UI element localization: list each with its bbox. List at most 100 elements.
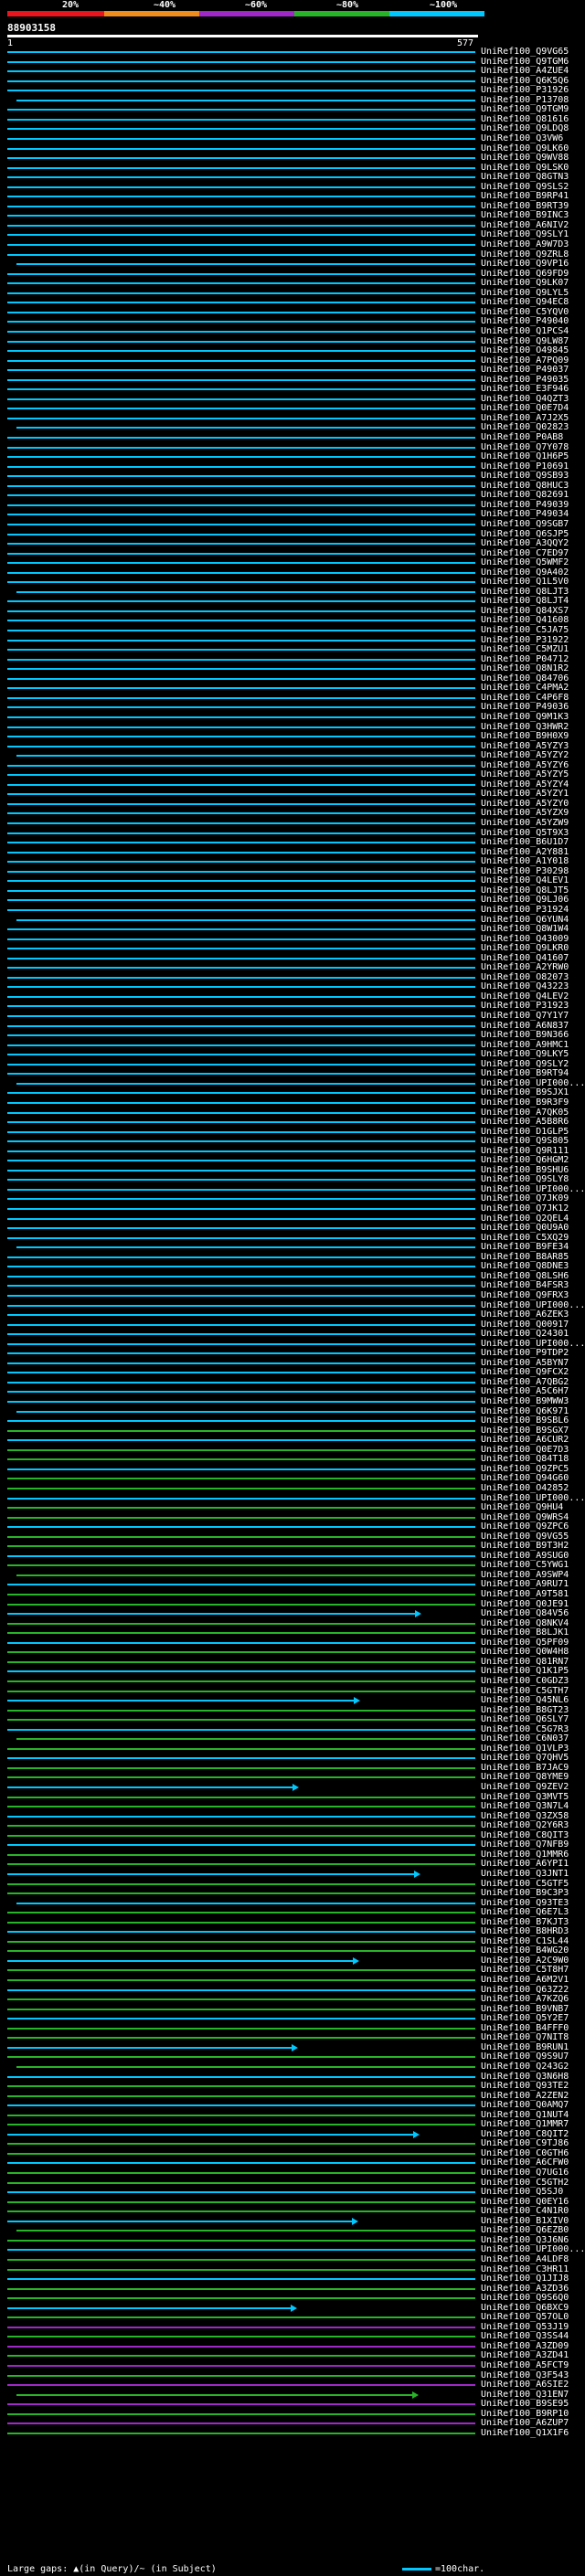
hit-label[interactable]: UniRef100_A5B8R6 xyxy=(481,1118,569,1127)
hit-label[interactable]: UniRef100_Q5PF09 xyxy=(481,1638,569,1648)
hit-label[interactable]: UniRef100_Q9M1K3 xyxy=(481,712,569,722)
hit-bar[interactable] xyxy=(7,1198,475,1201)
hit-bar[interactable] xyxy=(7,2133,413,2136)
hit-bar[interactable] xyxy=(16,755,475,758)
hit-bar[interactable] xyxy=(7,802,475,805)
hit-label[interactable]: UniRef100_Q43009 xyxy=(481,934,569,944)
hit-bar[interactable] xyxy=(7,976,475,979)
hit-label[interactable]: UniRef100_A6NIV2 xyxy=(481,220,569,230)
hit-bar[interactable] xyxy=(7,764,475,767)
hit-label[interactable]: UniRef100_Q7UG16 xyxy=(481,2168,569,2178)
hit-bar[interactable] xyxy=(7,1613,415,1616)
hit-label[interactable]: UniRef100_E3F946 xyxy=(481,385,569,394)
hit-bar[interactable] xyxy=(7,1632,475,1635)
hit-bar[interactable] xyxy=(7,1660,475,1663)
hit-bar[interactable] xyxy=(7,2143,475,2146)
hit-label[interactable]: UniRef100_B9SJX1 xyxy=(481,1088,569,1097)
hit-bar[interactable] xyxy=(7,2412,475,2415)
hit-label[interactable]: UniRef100_C5MZU1 xyxy=(481,645,569,654)
hit-bar[interactable] xyxy=(7,1516,475,1519)
hit-label[interactable]: UniRef100_Q43223 xyxy=(481,982,569,991)
hit-bar[interactable] xyxy=(7,995,475,998)
hit-label[interactable]: UniRef100_Q9SB93 xyxy=(481,472,569,481)
hit-bar[interactable] xyxy=(7,2220,352,2222)
hit-bar[interactable] xyxy=(7,2326,475,2328)
hit-bar[interactable] xyxy=(7,1294,475,1297)
hit-bar[interactable] xyxy=(7,417,475,419)
hit-label[interactable]: UniRef100_Q6E7L3 xyxy=(481,1908,569,1917)
hit-label[interactable]: UniRef100_Q9LSK0 xyxy=(481,163,569,173)
hit-label[interactable]: UniRef100_A5YZY0 xyxy=(481,799,569,809)
hit-bar[interactable] xyxy=(16,1082,475,1085)
hit-bar[interactable] xyxy=(7,1690,475,1692)
hit-bar[interactable] xyxy=(7,302,475,304)
hit-label[interactable]: UniRef100_UPI000... xyxy=(481,1493,585,1503)
hit-bar[interactable] xyxy=(7,658,475,661)
hit-label[interactable]: UniRef100_Q9HU4 xyxy=(481,1503,563,1512)
hit-label[interactable]: UniRef100_B4WG20 xyxy=(481,1946,569,1956)
hit-bar[interactable] xyxy=(7,2085,475,2088)
hit-bar[interactable] xyxy=(7,1227,475,1230)
hit-label[interactable]: UniRef100_B8GT23 xyxy=(481,1705,569,1715)
hit-label[interactable]: UniRef100_A5C6H7 xyxy=(481,1387,569,1396)
hit-bar[interactable] xyxy=(7,2249,475,2252)
hit-bar[interactable] xyxy=(7,494,475,497)
hit-label[interactable]: UniRef100_O82073 xyxy=(481,972,569,982)
hit-label[interactable]: UniRef100_UPI000... xyxy=(481,1184,585,1194)
hit-label[interactable]: UniRef100_Q4QZT3 xyxy=(481,394,569,404)
hit-bar[interactable] xyxy=(7,2287,475,2290)
hit-label[interactable]: UniRef100_B9RT39 xyxy=(481,201,569,211)
hit-bar[interactable] xyxy=(16,1902,475,1904)
hit-label[interactable]: UniRef100_B9T3H2 xyxy=(481,1542,569,1551)
hit-label[interactable]: UniRef100_P49034 xyxy=(481,510,569,519)
hit-label[interactable]: UniRef100_B9C3P3 xyxy=(481,1889,569,1898)
hit-label[interactable]: UniRef100_UPI000... xyxy=(481,2245,585,2254)
hit-bar[interactable] xyxy=(7,1130,475,1133)
hit-bar[interactable] xyxy=(7,543,475,546)
hit-bar[interactable] xyxy=(7,2046,292,2049)
hit-label[interactable]: UniRef100_A7QBG2 xyxy=(481,1377,569,1387)
hit-label[interactable]: UniRef100_Q9WV88 xyxy=(481,154,569,163)
hit-label[interactable]: UniRef100_Q9LDQ8 xyxy=(481,124,569,133)
hit-bar[interactable] xyxy=(7,2094,475,2097)
hit-bar[interactable] xyxy=(7,1622,475,1625)
hit-bar[interactable] xyxy=(7,1921,475,1924)
hit-bar[interactable] xyxy=(7,90,475,92)
hit-bar[interactable] xyxy=(16,918,475,921)
hit-bar[interactable] xyxy=(7,1651,475,1654)
hit-bar[interactable] xyxy=(7,948,475,950)
hit-label[interactable]: UniRef100_Q31EN7 xyxy=(481,2390,569,2400)
hit-label[interactable]: UniRef100_B1XIV0 xyxy=(481,2216,569,2226)
hit-bar[interactable] xyxy=(7,205,475,207)
hit-bar[interactable] xyxy=(7,504,475,506)
hit-label[interactable]: UniRef100_Q1X1F6 xyxy=(481,2428,569,2438)
hit-bar[interactable] xyxy=(16,1246,475,1249)
hit-bar[interactable] xyxy=(7,157,475,160)
hit-bar[interactable] xyxy=(7,2018,475,2020)
hit-label[interactable]: UniRef100_Q7QHV5 xyxy=(481,1754,569,1763)
hit-label[interactable]: UniRef100_Q9TGM6 xyxy=(481,57,569,67)
hit-bar[interactable] xyxy=(7,1825,475,1828)
hit-label[interactable]: UniRef100_B9H0X9 xyxy=(481,732,569,741)
hit-label[interactable]: UniRef100_Q41608 xyxy=(481,616,569,625)
hit-bar[interactable] xyxy=(7,1766,475,1769)
hit-bar[interactable] xyxy=(7,1314,475,1317)
hit-label[interactable]: UniRef100_Q3N7L4 xyxy=(481,1802,569,1811)
hit-label[interactable]: UniRef100_A5YZW9 xyxy=(481,819,569,828)
hit-label[interactable]: UniRef100_A6SIE2 xyxy=(481,2380,569,2390)
hit-bar[interactable] xyxy=(7,1912,475,1914)
hit-label[interactable]: UniRef100_A5YZX9 xyxy=(481,809,569,818)
hit-label[interactable]: UniRef100_B9INC3 xyxy=(481,211,569,220)
hit-bar[interactable] xyxy=(7,1545,475,1548)
hit-bar[interactable] xyxy=(7,783,475,786)
hit-bar[interactable] xyxy=(7,340,475,343)
hit-bar[interactable] xyxy=(7,899,475,902)
hit-bar[interactable] xyxy=(7,282,475,285)
hit-label[interactable]: UniRef100_Q9ZEV2 xyxy=(481,1783,569,1792)
hit-bar[interactable] xyxy=(7,1381,475,1383)
hit-label[interactable]: UniRef100_A6M2V1 xyxy=(481,1976,569,1985)
hit-bar[interactable] xyxy=(7,1709,475,1712)
hit-bar[interactable] xyxy=(7,2278,475,2281)
hit-bar[interactable] xyxy=(7,2316,475,2319)
hit-bar[interactable] xyxy=(7,1872,414,1875)
